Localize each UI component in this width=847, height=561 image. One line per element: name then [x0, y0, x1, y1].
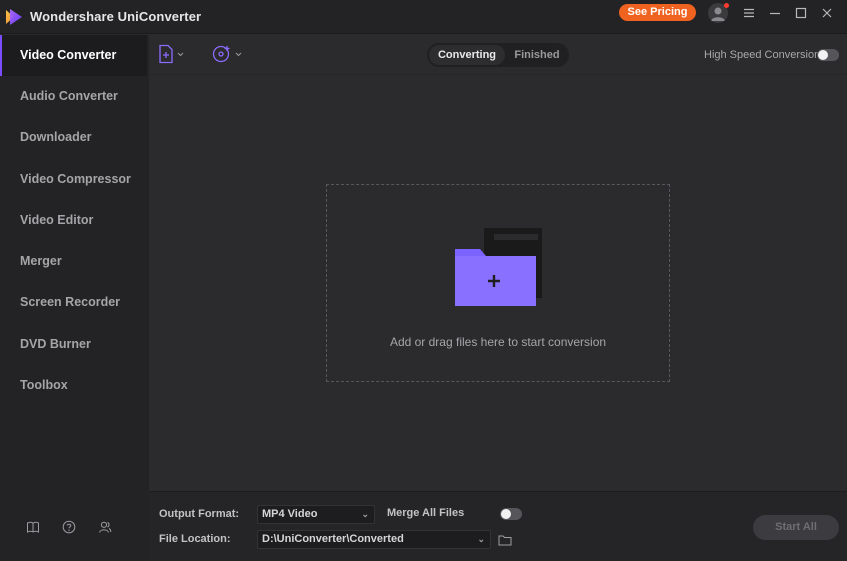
merge-all-files-toggle[interactable] — [500, 508, 522, 520]
open-folder-icon[interactable] — [498, 533, 512, 547]
book-icon[interactable] — [26, 520, 40, 534]
merge-all-files-label: Merge All Files — [387, 507, 465, 519]
tab-finished[interactable]: Finished — [507, 45, 567, 65]
sidebar-item-video-compressor[interactable]: Video Compressor — [0, 159, 147, 200]
add-file-icon[interactable] — [158, 44, 186, 64]
app-logo-icon — [6, 9, 22, 25]
divider — [149, 74, 847, 75]
sidebar-item-video-converter[interactable]: Video Converter — [0, 35, 147, 76]
sidebar-item-merger[interactable]: Merger — [0, 241, 147, 282]
chevron-down-icon: ⌄ — [477, 534, 485, 544]
add-dvd-icon[interactable] — [212, 44, 244, 64]
account-icon[interactable] — [98, 520, 112, 534]
sidebar-item-dvd-burner[interactable]: DVD Burner — [0, 324, 147, 365]
sidebar-item-audio-converter[interactable]: Audio Converter — [0, 76, 147, 117]
see-pricing-button[interactable]: See Pricing — [619, 4, 696, 21]
high-speed-conversion-toggle[interactable] — [817, 49, 839, 61]
sidebar-item-screen-recorder[interactable]: Screen Recorder — [0, 282, 147, 323]
close-icon[interactable] — [820, 6, 834, 20]
status-tabs: Converting Finished — [427, 43, 569, 67]
sidebar-item-toolbox[interactable]: Toolbox — [0, 365, 147, 406]
sidebar: Video Converter Audio Converter Download… — [0, 35, 149, 561]
file-location-select[interactable]: D:\UniConverter\Converted ⌄ — [257, 530, 491, 549]
menu-icon[interactable] — [742, 6, 756, 20]
notification-dot — [724, 3, 729, 8]
bottom-bar — [149, 491, 847, 561]
app-title: Wondershare UniConverter — [30, 9, 202, 24]
sidebar-item-downloader[interactable]: Downloader — [0, 117, 147, 158]
file-location-value: D:\UniConverter\Converted — [262, 533, 404, 545]
minimize-icon[interactable] — [768, 6, 782, 20]
help-icon[interactable] — [62, 520, 76, 534]
output-format-label: Output Format: — [159, 508, 240, 520]
output-format-select[interactable]: MP4 Video ⌄ — [257, 505, 375, 524]
high-speed-conversion-label: High Speed Conversion — [704, 49, 821, 61]
output-format-value: MP4 Video — [262, 508, 318, 520]
add-folder-icon[interactable] — [454, 226, 544, 308]
tab-converting[interactable]: Converting — [429, 45, 505, 65]
maximize-icon[interactable] — [794, 6, 808, 20]
file-location-label: File Location: — [159, 533, 231, 545]
start-all-button[interactable]: Start All — [753, 515, 839, 540]
title-bar: Wondershare UniConverter See Pricing — [0, 0, 847, 34]
drop-zone-hint: Add or drag files here to start conversi… — [389, 335, 607, 349]
chevron-down-icon: ⌄ — [361, 509, 369, 519]
sidebar-item-video-editor[interactable]: Video Editor — [0, 200, 147, 241]
